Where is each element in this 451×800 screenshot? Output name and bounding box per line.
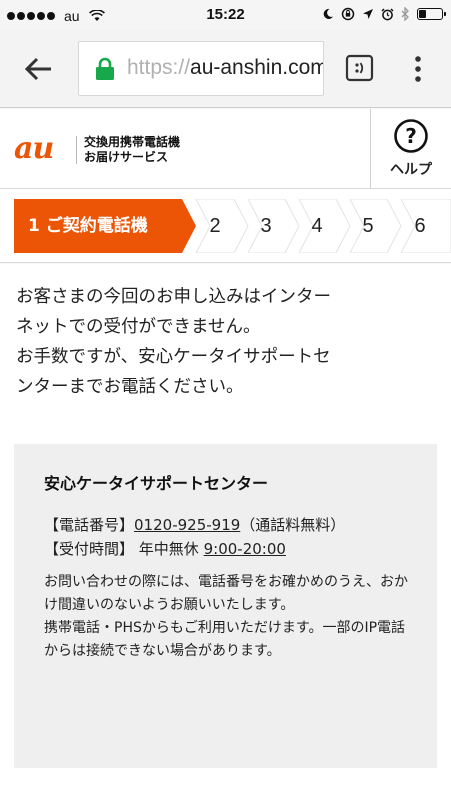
notice-line: お手数ですが、安心ケータイサポートセ (16, 347, 331, 367)
bluetooth-icon (401, 7, 409, 21)
service-name-line1: 交換用携帯電話機 (84, 135, 181, 149)
more-menu-icon[interactable] (408, 52, 428, 86)
browser-toolbar: https://au-anshin.com (0, 30, 451, 108)
step-1-active: 1 ご契約電話機 (28, 216, 148, 236)
phs-note: 携帯電話・PHSからもご利用いただけます。一部のIP電話からは接続できない場合が… (44, 620, 406, 659)
step-4: 4 (311, 215, 323, 237)
service-name: 交換用携帯電話機 お届けサービス (84, 135, 180, 165)
contact-note: お問い合わせの際には、電話番号をお確かめのうえ、おかけ間違いのないようお願いいた… (44, 574, 408, 613)
notice-line: ネットでの受付ができません。 (16, 317, 261, 337)
url-scheme: https:// (127, 56, 191, 79)
rotation-lock-icon (341, 7, 355, 21)
hours-label: 【受付時間】 (44, 540, 135, 558)
phone-number-link[interactable]: 0120-925-919 (134, 516, 240, 534)
step-indicator: 1 ご契約電話機 2 3 4 5 6 (0, 189, 451, 263)
main-content: お客さまの今回のお申し込みはインター ネットでの受付ができません。 お手数ですが… (0, 264, 451, 800)
phone-note: （通話料無料） (240, 516, 346, 534)
step-3: 3 (260, 215, 272, 237)
url-host: au-anshin.com (190, 56, 324, 79)
step-6: 6 (414, 215, 426, 237)
status-bar: au 15:22 (0, 0, 451, 30)
steps: 1 ご契約電話機 2 3 4 5 6 (14, 199, 451, 253)
tab-switcher-icon[interactable] (345, 53, 375, 83)
step-2: 2 (209, 215, 221, 237)
location-icon (363, 9, 373, 19)
support-center-details: 【電話番号】0120-925-919（通話料無料） 【受付時間】 年中無休 9:… (44, 513, 416, 663)
hours-time: 9:00-20:00 (203, 540, 286, 558)
moon-icon (323, 8, 333, 19)
au-logo[interactable]: au (14, 131, 54, 166)
lock-icon (96, 57, 114, 80)
url-text: https://au-anshin.com (127, 56, 324, 80)
phone-label: 【電話番号】 (44, 516, 135, 534)
hours-row: 【受付時間】 年中無休 9:00-20:00 (44, 537, 416, 561)
phone-row: 【電話番号】0120-925-919（通話料無料） (44, 513, 416, 537)
notice-line: お客さまの今回のお申し込みはインター (16, 287, 331, 307)
status-right (322, 7, 446, 21)
back-arrow-icon[interactable] (22, 52, 56, 86)
notice-message: お客さまの今回のお申し込みはインター ネットでの受付ができません。 お手数ですが… (16, 282, 436, 402)
help-label: ヘルプ (390, 162, 432, 178)
hours-days: 年中無休 (138, 540, 199, 558)
svg-text:?: ? (405, 124, 417, 148)
site-header: au 交換用携帯電話機 お届けサービス ? ヘルプ (0, 109, 451, 189)
alarm-icon (381, 7, 394, 20)
step-5: 5 (362, 215, 374, 237)
address-bar[interactable]: https://au-anshin.com (78, 41, 324, 96)
support-center-title: 安心ケータイサポートセンター (44, 474, 269, 493)
logo-divider (76, 136, 77, 164)
help-icon: ? (394, 119, 428, 153)
help-button[interactable]: ? ヘルプ (370, 109, 451, 189)
battery-level (419, 10, 427, 18)
service-name-line2: お届けサービス (84, 150, 169, 164)
battery-icon (417, 8, 446, 20)
support-center-box: 安心ケータイサポートセンター 【電話番号】0120-925-919（通話料無料）… (14, 444, 437, 768)
notice-line: ンターまでお電話ください。 (16, 377, 244, 397)
